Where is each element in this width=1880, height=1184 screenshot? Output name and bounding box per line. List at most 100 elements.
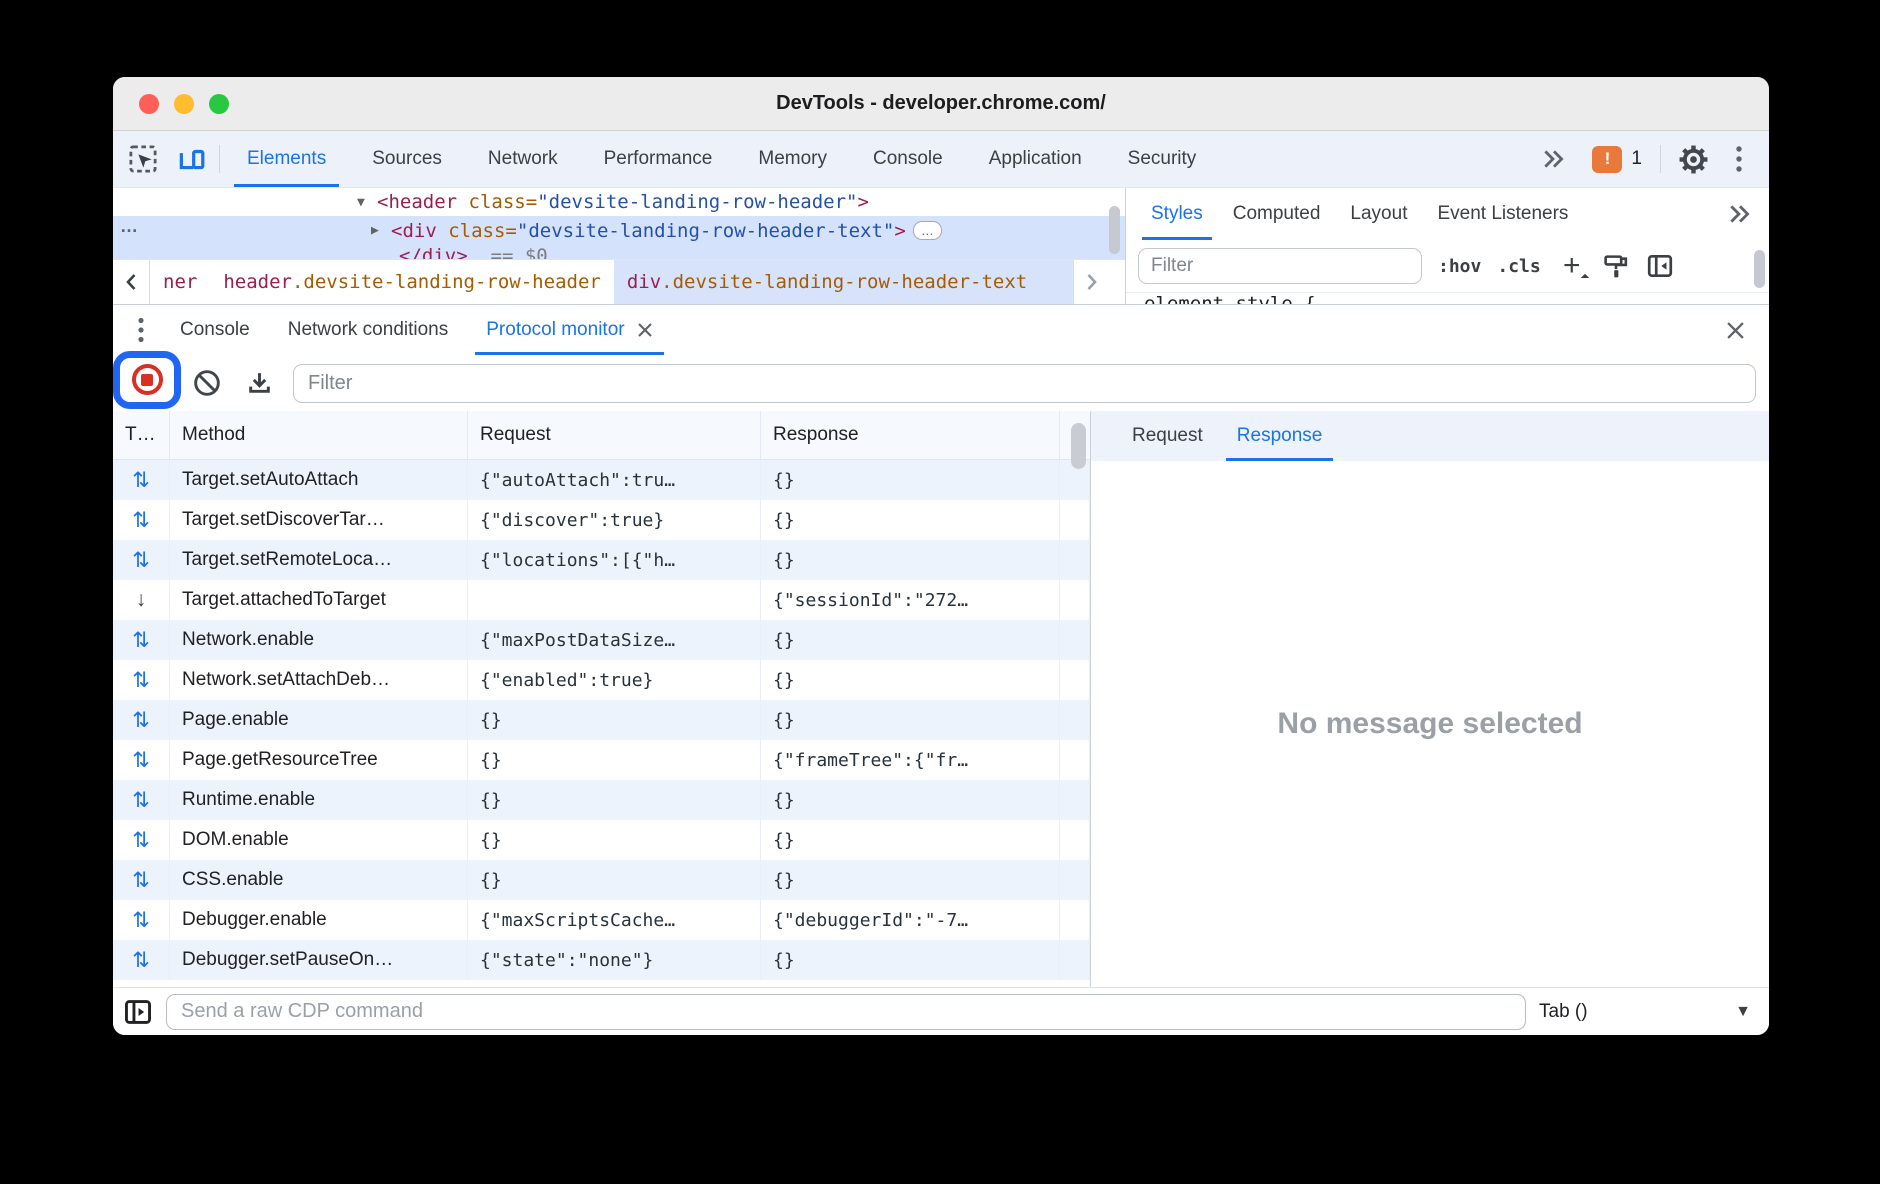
record-button[interactable] bbox=[132, 364, 163, 395]
row-gutter bbox=[1060, 900, 1090, 940]
breadcrumb-scroll-right-button[interactable] bbox=[1073, 260, 1110, 304]
protocol-row[interactable]: ⇅Network.enable{"maxPostDataSize…{} bbox=[113, 620, 1090, 660]
grid-scrollbar-thumb[interactable] bbox=[1071, 423, 1086, 469]
styles-tab-computed[interactable]: Computed bbox=[1218, 188, 1336, 240]
maximize-window-button[interactable] bbox=[209, 94, 229, 114]
toolbar-right-cluster: ! 1 bbox=[1530, 131, 1769, 187]
styles-tab-styles[interactable]: Styles bbox=[1136, 188, 1218, 240]
protocol-row[interactable]: ⇅Target.setDiscoverTar…{"discover":true}… bbox=[113, 500, 1090, 540]
expand-children-button[interactable]: … bbox=[913, 221, 942, 240]
protocol-row[interactable]: ⇅Page.getResourceTree{}{"frameTree":{"fr… bbox=[113, 740, 1090, 780]
panel-tab-sources[interactable]: Sources bbox=[349, 131, 465, 187]
collapse-arrow-icon[interactable]: ▶ bbox=[371, 223, 391, 238]
issues-badge[interactable]: ! 1 bbox=[1582, 146, 1652, 173]
protocol-row[interactable]: ⇅Debugger.enable{"maxScriptsCache…{"debu… bbox=[113, 900, 1090, 940]
breadcrumb-scroll-left-button[interactable] bbox=[113, 260, 150, 304]
toggle-command-editor-button[interactable] bbox=[123, 997, 153, 1027]
toggle-pseudo-classes-button[interactable]: :hov bbox=[1438, 256, 1481, 277]
column-header-t[interactable]: T… bbox=[113, 411, 170, 459]
panel-tab-network[interactable]: Network bbox=[465, 131, 581, 187]
column-header-method[interactable]: Method bbox=[170, 411, 468, 459]
more-panels-button[interactable] bbox=[1530, 147, 1578, 171]
paint-roller-icon bbox=[1603, 253, 1630, 280]
protocol-filter-input[interactable] bbox=[293, 364, 1756, 403]
new-style-rule-button[interactable]: + bbox=[1557, 251, 1587, 281]
row-gutter bbox=[1060, 740, 1090, 780]
protocol-row[interactable]: ⇅CSS.enable{}{} bbox=[113, 860, 1090, 900]
protocol-row[interactable]: ⇅Page.enable{}{} bbox=[113, 700, 1090, 740]
drawer-tab-console[interactable]: Console bbox=[161, 305, 269, 355]
drawer-menu-button[interactable] bbox=[121, 305, 161, 355]
panel-tab-memory[interactable]: Memory bbox=[735, 131, 850, 187]
settings-button[interactable] bbox=[1669, 144, 1717, 175]
request-cell: {"maxPostDataSize… bbox=[468, 620, 761, 660]
detail-tab-request[interactable]: Request bbox=[1115, 411, 1220, 461]
dom-node-header[interactable]: ▼<header class="devsite-landing-row-head… bbox=[113, 188, 1125, 216]
format-painter-button[interactable] bbox=[1603, 253, 1630, 280]
protocol-row[interactable]: ⇅Network.setAttachDeb…{"enabled":true}{} bbox=[113, 660, 1090, 700]
response-cell: {} bbox=[761, 700, 1060, 740]
row-gutter bbox=[1060, 540, 1090, 580]
direction-cell: ⇅ bbox=[113, 940, 170, 980]
device-toolbar-button[interactable] bbox=[167, 131, 215, 187]
minimize-window-button[interactable] bbox=[174, 94, 194, 114]
protocol-row[interactable]: ⇅Runtime.enable{}{} bbox=[113, 780, 1090, 820]
sent-received-arrows-icon: ⇅ bbox=[132, 708, 150, 733]
detail-tab-response[interactable]: Response bbox=[1220, 411, 1340, 461]
window-title: DevTools - developer.chrome.com/ bbox=[113, 92, 1769, 115]
expand-arrow-icon[interactable]: ▼ bbox=[357, 195, 377, 210]
response-cell: {"frameTree":{"fr… bbox=[761, 740, 1060, 780]
styles-tab-event-listeners[interactable]: Event Listeners bbox=[1422, 188, 1583, 240]
dom-node-div-selected[interactable]: … ▶<div class="devsite-landing-row-heade… bbox=[113, 216, 1125, 245]
breadcrumb-truncated[interactable]: ner bbox=[150, 260, 210, 304]
column-header-request[interactable]: Request bbox=[468, 411, 761, 459]
inspect-cursor-icon bbox=[128, 144, 158, 174]
breadcrumb-div-selected[interactable]: div.devsite-landing-row-header-text bbox=[614, 260, 1073, 304]
protocol-row[interactable]: ⇅Debugger.setPauseOn…{"state":"none"}{} bbox=[113, 940, 1090, 980]
styles-filter-input[interactable] bbox=[1138, 248, 1422, 284]
styles-filter-row: :hov .cls + bbox=[1126, 240, 1769, 292]
protocol-row[interactable]: ⇅Target.setAutoAttach{"autoAttach":tru…{… bbox=[113, 460, 1090, 500]
panel-tab-elements[interactable]: Elements bbox=[224, 131, 349, 187]
node-options-dots[interactable]: … bbox=[120, 216, 139, 237]
cdp-command-bar: Tab () ▼ bbox=[113, 987, 1769, 1035]
toggle-element-classes-button[interactable]: .cls bbox=[1497, 256, 1540, 277]
drawer-tab-network-conditions[interactable]: Network conditions bbox=[269, 305, 468, 355]
row-gutter bbox=[1060, 580, 1090, 620]
styles-tab-layout[interactable]: Layout bbox=[1335, 188, 1422, 240]
target-dropdown-caret-icon[interactable]: ▼ bbox=[1735, 1003, 1751, 1021]
drawer-tab-protocol-monitor[interactable]: Protocol monitor bbox=[467, 305, 671, 355]
breadcrumb-header[interactable]: header.devsite-landing-row-header bbox=[210, 260, 614, 304]
close-window-button[interactable] bbox=[139, 94, 159, 114]
method-cell: Network.enable bbox=[170, 620, 468, 660]
panel-tab-security[interactable]: Security bbox=[1105, 131, 1220, 187]
response-cell: {} bbox=[761, 500, 1060, 540]
styles-scrollbar-thumb[interactable] bbox=[1754, 250, 1765, 288]
clear-all-button[interactable] bbox=[181, 369, 233, 397]
protocol-row[interactable]: ⇅Target.setRemoteLoca…{"locations":[{"h…… bbox=[113, 540, 1090, 580]
tag-close: > bbox=[857, 191, 868, 213]
grid-rows: ⇅Target.setAutoAttach{"autoAttach":tru…{… bbox=[113, 460, 1090, 987]
inspect-element-button[interactable] bbox=[119, 131, 167, 187]
cdp-command-input[interactable] bbox=[166, 994, 1526, 1030]
direction-cell: ⇅ bbox=[113, 740, 170, 780]
column-header-response[interactable]: Response bbox=[761, 411, 1060, 459]
panel-tab-performance[interactable]: Performance bbox=[581, 131, 736, 187]
save-button[interactable] bbox=[233, 370, 285, 397]
download-icon bbox=[246, 370, 273, 397]
panel-tab-application[interactable]: Application bbox=[966, 131, 1105, 187]
protocol-row[interactable]: ↓Target.attachedToTarget{"sessionId":"27… bbox=[113, 580, 1090, 620]
style-rule-clipped: element.style { bbox=[1126, 292, 1769, 304]
close-drawer-button[interactable] bbox=[1717, 305, 1753, 355]
row-gutter bbox=[1060, 660, 1090, 700]
styles-tab-bar: StylesComputedLayoutEvent Listeners bbox=[1126, 188, 1769, 240]
elements-scrollbar-thumb[interactable] bbox=[1109, 206, 1120, 254]
main-menu-button[interactable] bbox=[1721, 145, 1757, 173]
close-tab-icon[interactable] bbox=[637, 322, 653, 338]
record-button-highlight bbox=[113, 351, 181, 409]
target-selector[interactable]: Tab () bbox=[1539, 1001, 1588, 1023]
panel-tab-console[interactable]: Console bbox=[850, 131, 966, 187]
styles-more-tabs-button[interactable] bbox=[1727, 188, 1753, 240]
protocol-row[interactable]: ⇅DOM.enable{}{} bbox=[113, 820, 1090, 860]
collapse-sidebar-button[interactable] bbox=[1646, 252, 1674, 280]
